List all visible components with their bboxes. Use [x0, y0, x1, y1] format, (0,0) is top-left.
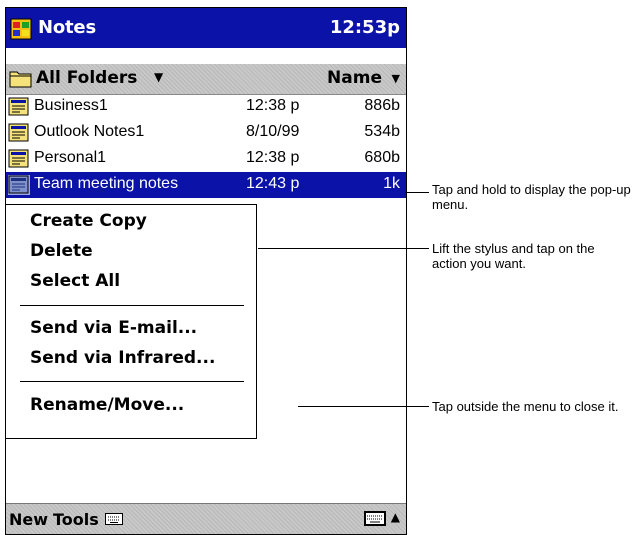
note-icon — [8, 149, 29, 168]
pocket-pc-screen: Notes 12:53p All Folders ▼ Name ▼ Busine… — [5, 7, 407, 535]
list-item[interactable]: Personal1 12:38 p 680b — [6, 146, 406, 172]
menu-item-delete[interactable]: Delete — [30, 241, 93, 261]
callout-tap-outside: Tap outside the menu to close it. — [432, 399, 619, 414]
tools-menu[interactable]: Tools — [53, 510, 99, 529]
menu-item-send-email[interactable]: Send via E-mail... — [30, 318, 197, 338]
callout-line — [258, 248, 429, 249]
file-size: 534b — [364, 123, 400, 140]
callout-tap-hold: Tap and hold to display the pop-up menu. — [432, 182, 631, 212]
file-time: 12:43 p — [246, 175, 300, 192]
clock[interactable]: 12:53p — [330, 17, 400, 38]
list-item-selected[interactable]: Team meeting notes 12:43 p 1k — [6, 172, 406, 198]
new-menu[interactable]: New — [9, 510, 48, 529]
note-icon — [8, 97, 29, 116]
keyboard-icon[interactable] — [105, 513, 123, 525]
file-name: Outlook Notes1 — [34, 123, 145, 140]
folder-dropdown[interactable]: All Folders — [36, 68, 137, 88]
file-time: 12:38 p — [246, 149, 300, 166]
file-name: Business1 — [34, 97, 108, 114]
folder-bar: All Folders ▼ Name ▼ — [6, 64, 406, 95]
note-icon — [8, 123, 29, 142]
file-size: 680b — [364, 149, 400, 166]
menu-item-select-all[interactable]: Select All — [30, 271, 120, 291]
callout-line — [298, 406, 429, 407]
app-title: Notes — [38, 17, 96, 38]
note-icon — [8, 175, 30, 195]
input-panel-icon[interactable] — [364, 511, 386, 526]
chevron-down-icon[interactable]: ▼ — [154, 70, 163, 84]
folder-icon — [9, 71, 32, 88]
file-name: Personal1 — [34, 149, 107, 166]
command-bar: New Tools ▲ — [6, 503, 406, 534]
list-item[interactable]: Business1 12:38 p 886b — [6, 94, 406, 120]
menu-separator — [20, 381, 244, 382]
menu-item-send-infrared[interactable]: Send via Infrared... — [30, 348, 215, 368]
file-size: 1k — [383, 175, 400, 192]
context-menu: Create Copy Delete Select All Send via E… — [6, 204, 257, 439]
callout-lift-stylus: Lift the stylus and tap on the action yo… — [432, 241, 595, 271]
file-time: 8/10/99 — [246, 123, 300, 140]
file-name: Team meeting notes — [34, 175, 179, 192]
menu-item-rename-move[interactable]: Rename/Move... — [30, 395, 184, 415]
chevron-down-icon[interactable]: ▼ — [392, 72, 400, 85]
windows-start-icon[interactable] — [10, 18, 32, 40]
sort-dropdown[interactable]: Name — [327, 68, 382, 88]
chevron-up-icon[interactable]: ▲ — [391, 510, 400, 524]
menu-separator — [20, 305, 244, 306]
file-size: 886b — [364, 97, 400, 114]
callout-line — [405, 192, 429, 193]
notes-list: Business1 12:38 p 886b Outlook Notes1 8/… — [6, 94, 406, 198]
file-time: 12:38 p — [246, 97, 300, 114]
title-bar: Notes 12:53p — [6, 8, 406, 48]
menu-item-create-copy[interactable]: Create Copy — [30, 211, 147, 231]
list-item[interactable]: Outlook Notes1 8/10/99 534b — [6, 120, 406, 146]
